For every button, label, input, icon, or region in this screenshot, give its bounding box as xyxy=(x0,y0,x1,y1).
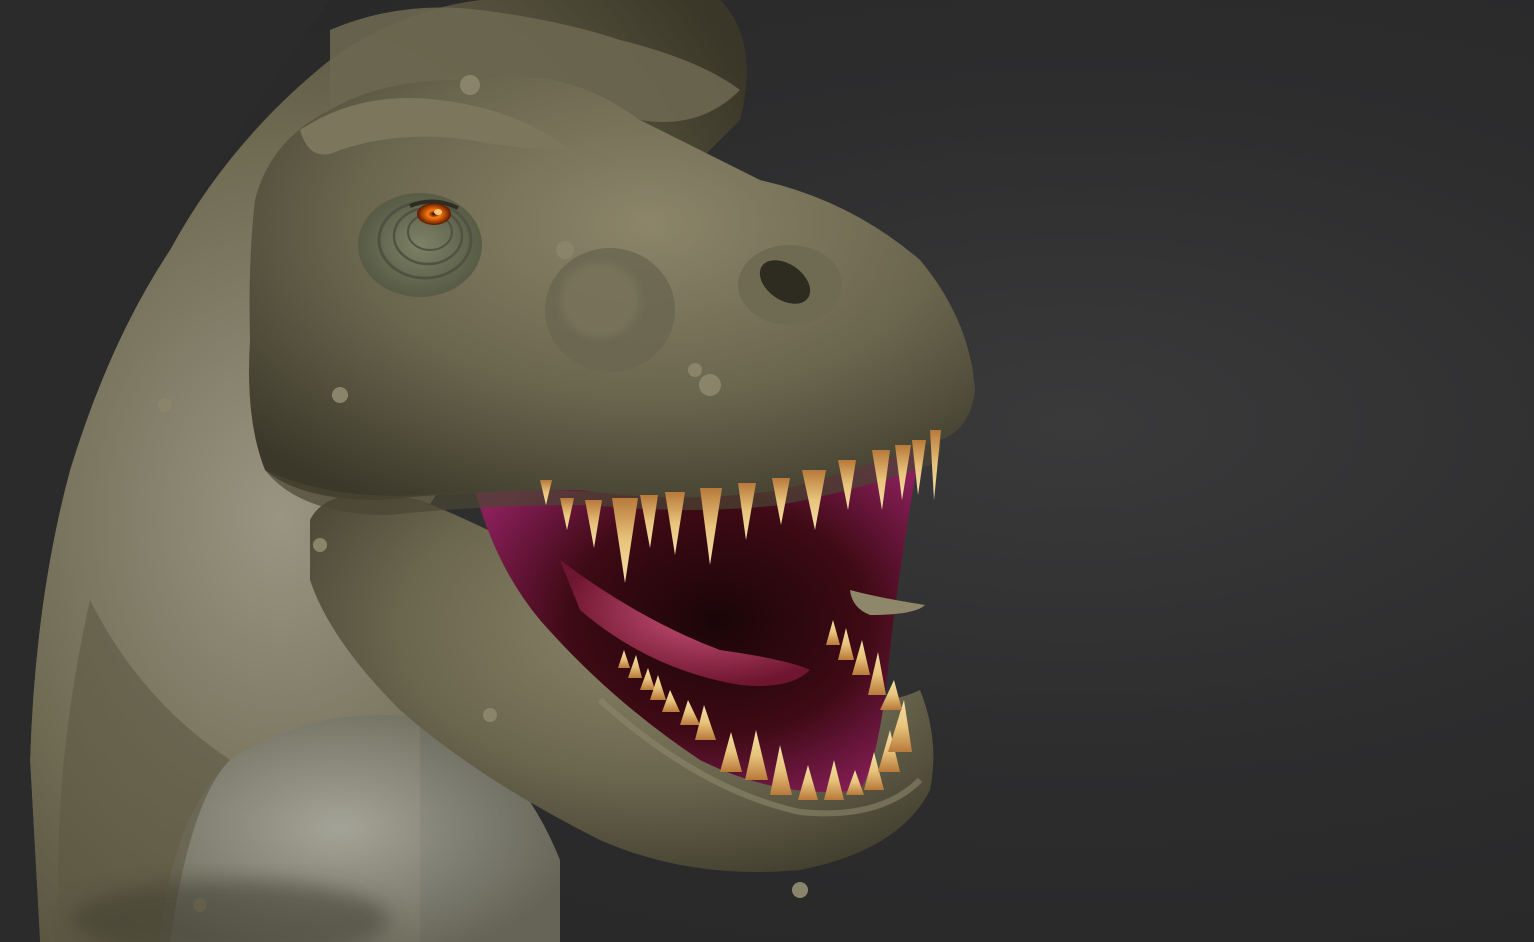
t-rex-sculpt-render xyxy=(0,0,975,942)
eye xyxy=(417,203,451,225)
nostril xyxy=(738,245,842,325)
viewport-background xyxy=(0,0,1534,942)
